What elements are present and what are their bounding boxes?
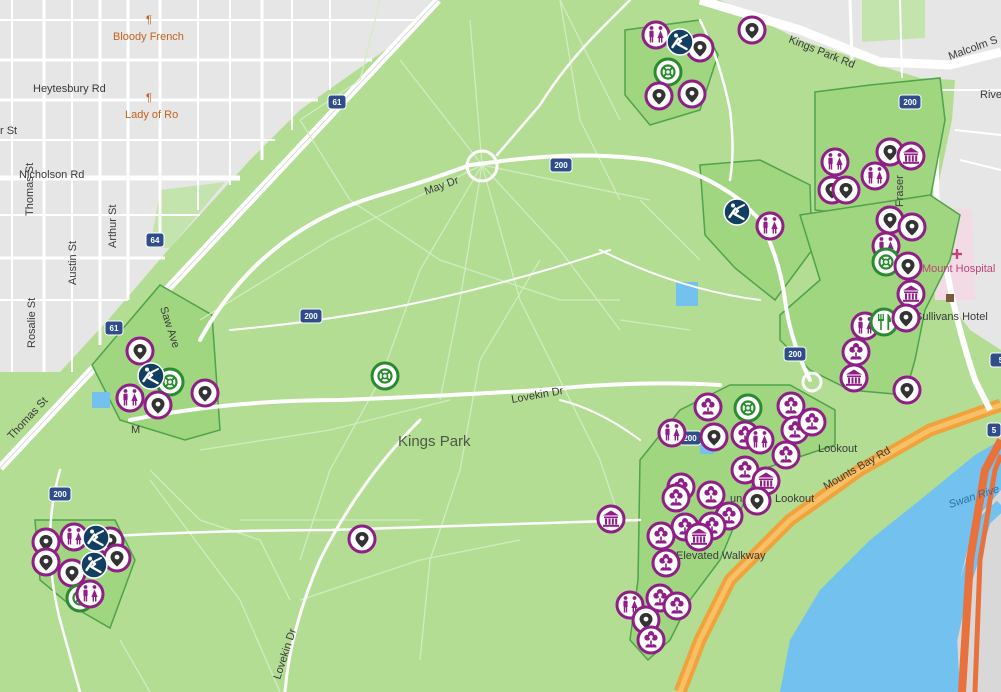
label-fraser: Fraser [894, 175, 906, 207]
hotel-icon [946, 294, 954, 302]
map-canvas[interactable]: 61 64 61 200 200 200 200 200 200 5 ¶ Blo… [0, 0, 1001, 692]
svg-text:5: 5 [992, 426, 997, 435]
flower-marker[interactable] [651, 548, 681, 578]
route-shield: 200 [898, 94, 922, 110]
pin-marker[interactable] [892, 375, 922, 405]
poi-icon-fork: ¶ [146, 14, 152, 26]
toilet-marker[interactable] [860, 161, 890, 191]
museum-marker[interactable] [896, 279, 926, 309]
pin-marker[interactable] [644, 81, 674, 111]
svg-text:61: 61 [333, 98, 342, 107]
route-shield: 200 [299, 308, 323, 324]
flower-marker[interactable] [797, 407, 827, 437]
route-shield: 64 [145, 232, 165, 248]
playground-marker[interactable] [723, 198, 751, 226]
pin-marker[interactable] [699, 422, 729, 452]
svg-text:200: 200 [903, 98, 917, 107]
pin-marker[interactable] [143, 390, 173, 420]
playground-marker[interactable] [137, 362, 165, 390]
pin-marker[interactable] [677, 79, 707, 109]
label-rive: Rive [980, 89, 1001, 101]
flower-marker[interactable] [661, 483, 691, 513]
flower-marker[interactable] [771, 440, 801, 470]
label-sullivans-hotel: Sullivans Hotel [915, 311, 988, 323]
pin-marker[interactable] [831, 175, 861, 205]
label-arthur-st: Arthur St [107, 205, 119, 248]
playground-marker[interactable] [82, 524, 110, 552]
route-shield: 200 [549, 157, 573, 173]
label-rosalie-st: Rosalie St [26, 298, 38, 348]
toilet-marker[interactable] [755, 211, 785, 241]
svg-text:200: 200 [304, 312, 318, 321]
bbq-marker[interactable] [370, 361, 400, 391]
museum-marker[interactable] [896, 141, 926, 171]
bbq-marker[interactable] [653, 57, 683, 87]
label-thomas-st-top: Thomas St [24, 163, 36, 216]
label-lookout-1: Lookout [818, 443, 857, 455]
toilet-marker[interactable] [820, 147, 850, 177]
playground-marker[interactable] [80, 551, 108, 579]
playground-marker[interactable] [666, 28, 694, 56]
route-shield: 61 [327, 94, 347, 110]
label-bloody-french: Bloody French [113, 31, 184, 43]
flower-marker[interactable] [636, 625, 666, 655]
pin-marker[interactable] [102, 543, 132, 573]
flower-marker[interactable] [696, 480, 726, 510]
route-shield: 5 [986, 422, 1001, 438]
flower-marker[interactable] [662, 591, 692, 621]
svg-text:64: 64 [151, 236, 160, 245]
route-shield: 5 [989, 352, 1001, 368]
svg-text:200: 200 [788, 350, 802, 359]
svg-text:61: 61 [110, 324, 119, 333]
label-r-st: r St [0, 125, 17, 137]
pin-marker[interactable] [742, 486, 772, 516]
label-lady-of-ro: Lady of Ro [125, 109, 178, 121]
toilet-marker[interactable] [75, 579, 105, 609]
svg-text:200: 200 [554, 161, 568, 170]
route-shield: 61 [104, 320, 124, 336]
pond-2 [92, 392, 110, 408]
pin-marker[interactable] [347, 524, 377, 554]
route-shield: 200 [783, 346, 807, 362]
svg-text:200: 200 [53, 490, 67, 499]
pin-marker[interactable] [190, 378, 220, 408]
bbq-marker[interactable] [733, 393, 763, 423]
pin-marker[interactable] [893, 251, 923, 281]
label-heytesbury-rd: Heytesbury Rd [33, 83, 106, 95]
flower-marker[interactable] [646, 521, 676, 551]
museum-marker[interactable] [839, 363, 869, 393]
pin-marker[interactable] [737, 15, 767, 45]
museum-marker[interactable] [684, 522, 714, 552]
flower-marker[interactable] [841, 337, 871, 367]
toilet-marker[interactable] [657, 418, 687, 448]
label-kings-park: Kings Park [398, 433, 471, 450]
pin-marker[interactable] [125, 336, 155, 366]
label-austin-st: Austin St [67, 241, 79, 285]
route-shield: 200 [48, 486, 72, 502]
toilet-marker[interactable] [745, 425, 775, 455]
label-lookout-2: Lookout [775, 493, 814, 505]
label-mount-hospital: Mount Hospital [922, 263, 995, 275]
pin-marker[interactable] [897, 212, 927, 242]
flower-marker[interactable] [693, 392, 723, 422]
toilet-marker[interactable] [115, 383, 145, 413]
pin-marker[interactable] [891, 303, 921, 333]
label-m-dr: M [131, 424, 140, 436]
pin-marker[interactable] [31, 547, 61, 577]
toilet-marker[interactable] [641, 20, 671, 50]
museum-marker[interactable] [596, 504, 626, 534]
label-elevated-walkway: Elevated Walkway [676, 550, 766, 562]
urban-green-ne [862, 0, 925, 42]
poi-icon-fork: ¶ [146, 92, 152, 104]
